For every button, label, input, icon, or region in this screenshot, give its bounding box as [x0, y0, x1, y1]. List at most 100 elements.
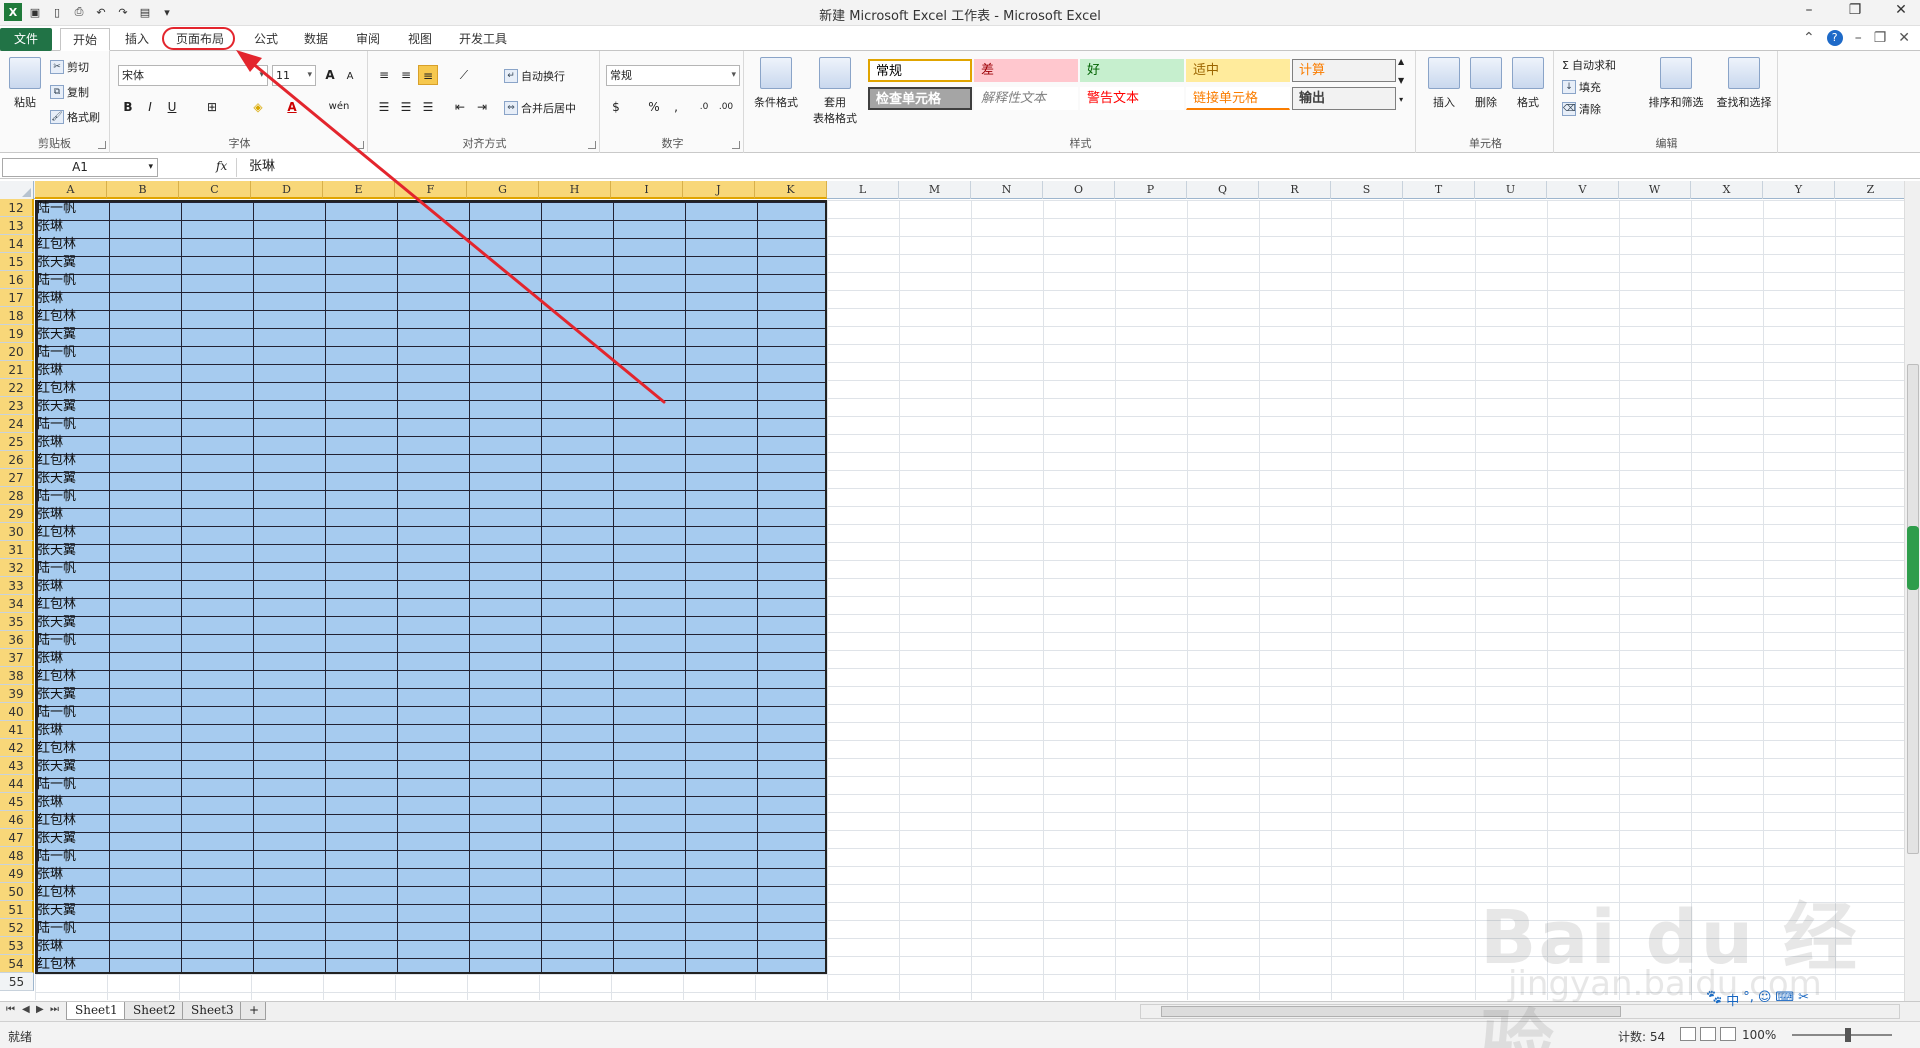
row-header[interactable]: 24 [0, 415, 34, 433]
cell-a-value[interactable]: 张天翼 [37, 758, 76, 776]
column-header-Z[interactable]: Z [1835, 181, 1904, 199]
cell-a-value[interactable]: 红包林 [37, 380, 76, 398]
row-header[interactable]: 38 [0, 667, 34, 685]
row-header[interactable]: 23 [0, 397, 34, 415]
column-header-O[interactable]: O [1043, 181, 1115, 199]
cell-a-value[interactable]: 陆一帆 [37, 488, 76, 506]
column-header-K[interactable]: K [755, 181, 827, 199]
close-button[interactable]: ✕ [1888, 2, 1914, 18]
tab-developer[interactable]: 开发工具 [452, 28, 514, 51]
row-header[interactable]: 16 [0, 271, 34, 289]
row-header[interactable]: 37 [0, 649, 34, 667]
column-header-L[interactable]: L [827, 181, 899, 199]
row-header[interactable]: 50 [0, 883, 34, 901]
cell-style-1[interactable]: 差 [974, 59, 1078, 82]
cell-style-9[interactable]: 输出 [1292, 87, 1396, 110]
column-header-X[interactable]: X [1691, 181, 1763, 199]
cut-button[interactable]: ✂ 剪切 [50, 59, 89, 75]
cell-a-value[interactable]: 张天翼 [37, 830, 76, 848]
cell-a-value[interactable]: 张天翼 [37, 686, 76, 704]
find-select-button[interactable]: 查找和选择 [1712, 57, 1776, 110]
cell-a-value[interactable]: 张天翼 [37, 470, 76, 488]
row-header[interactable]: 42 [0, 739, 34, 757]
column-header-U[interactable]: U [1475, 181, 1547, 199]
wrap-text-button[interactable]: ↵ 自动换行 [504, 68, 565, 84]
scroll-up-icon[interactable]: ▲ [1398, 57, 1404, 66]
formula-input[interactable]: 张琳 [236, 158, 1906, 177]
cell-a-value[interactable]: 张琳 [37, 290, 63, 308]
selected-range[interactable] [35, 200, 827, 974]
cell-a-value[interactable]: 张琳 [37, 578, 63, 596]
paste-button[interactable]: 粘贴 [8, 57, 42, 110]
sort-filter-button[interactable]: 排序和筛选 [1644, 57, 1708, 110]
cell-a-value[interactable]: 张琳 [37, 794, 63, 812]
row-header[interactable]: 18 [0, 307, 34, 325]
row-header[interactable]: 54 [0, 955, 34, 973]
cell-a-value[interactable]: 张琳 [37, 722, 63, 740]
cell-style-5[interactable]: 检查单元格 [868, 87, 972, 110]
fill-color-icon[interactable]: ◈ [248, 97, 268, 117]
tab-file[interactable]: 文件 [0, 28, 52, 51]
row-header[interactable]: 52 [0, 919, 34, 937]
workbook-minimize-icon[interactable]: – [1855, 30, 1862, 46]
tab-data[interactable]: 数据 [298, 28, 334, 51]
column-header-F[interactable]: F [395, 181, 467, 199]
phonetic-button[interactable]: wén [324, 97, 354, 117]
row-header[interactable]: 48 [0, 847, 34, 865]
cell-a-value[interactable]: 红包林 [37, 740, 76, 758]
row-header[interactable]: 15 [0, 253, 34, 271]
styles-scroll[interactable]: ▲ ▼ ▾ [1398, 57, 1404, 104]
delete-cells-button[interactable]: 删除 [1468, 57, 1504, 110]
cell-style-8[interactable]: 链接单元格 [1186, 87, 1290, 110]
restore-button[interactable]: ❐ [1842, 2, 1868, 18]
minimize-button[interactable]: – [1796, 2, 1822, 18]
row-header[interactable]: 49 [0, 865, 34, 883]
cell-a-value[interactable]: 红包林 [37, 524, 76, 542]
decrease-decimal-icon[interactable]: .00 [716, 97, 736, 117]
column-header-V[interactable]: V [1547, 181, 1619, 199]
row-header[interactable]: 53 [0, 937, 34, 955]
font-size-combo[interactable]: 11 [272, 65, 316, 86]
shrink-font-button[interactable]: A [340, 67, 360, 87]
row-header[interactable]: 45 [0, 793, 34, 811]
cell-a-value[interactable]: 红包林 [37, 956, 76, 974]
cell-a-value[interactable]: 张琳 [37, 434, 63, 452]
cell-a-value[interactable]: 陆一帆 [37, 848, 76, 866]
column-header-R[interactable]: R [1259, 181, 1331, 199]
name-box[interactable]: A1 [2, 158, 158, 177]
cell-a-value[interactable]: 红包林 [37, 812, 76, 830]
tab-home[interactable]: 开始 [60, 28, 110, 51]
cell-a-value[interactable]: 红包林 [37, 884, 76, 902]
cell-a-value[interactable]: 陆一帆 [37, 632, 76, 650]
row-header[interactable]: 35 [0, 613, 34, 631]
cell-a-value[interactable]: 陆一帆 [37, 200, 76, 218]
row-header[interactable]: 47 [0, 829, 34, 847]
cell-a-value[interactable]: 陆一帆 [37, 704, 76, 722]
cell-a-value[interactable]: 张天翼 [37, 326, 76, 344]
cell-a-value[interactable]: 张琳 [37, 650, 63, 668]
cell-a-value[interactable]: 张天翼 [37, 614, 76, 632]
row-header[interactable]: 51 [0, 901, 34, 919]
cell-a-value[interactable]: 张天翼 [37, 398, 76, 416]
column-header-E[interactable]: E [323, 181, 395, 199]
row-header[interactable]: 40 [0, 703, 34, 721]
row-header[interactable]: 19 [0, 325, 34, 343]
font-launcher-icon[interactable] [356, 141, 364, 149]
column-header-M[interactable]: M [899, 181, 971, 199]
row-header[interactable]: 17 [0, 289, 34, 307]
cell-a-value[interactable]: 张琳 [37, 938, 63, 956]
number-format-combo[interactable]: 常规 [606, 65, 740, 86]
column-header-S[interactable]: S [1331, 181, 1403, 199]
workbook-close-icon[interactable]: ✕ [1898, 30, 1910, 46]
cell-style-7[interactable]: 警告文本 [1080, 87, 1184, 110]
row-header[interactable]: 14 [0, 235, 34, 253]
row-header[interactable]: 27 [0, 469, 34, 487]
row-header[interactable]: 13 [0, 217, 34, 235]
row-header[interactable]: 34 [0, 595, 34, 613]
underline-button[interactable]: U [162, 97, 182, 117]
row-header[interactable]: 46 [0, 811, 34, 829]
cell-a-value[interactable]: 红包林 [37, 308, 76, 326]
format-cells-button[interactable]: 格式 [1510, 57, 1546, 110]
align-center-icon[interactable]: ☰ [396, 97, 416, 117]
row-header[interactable]: 36 [0, 631, 34, 649]
